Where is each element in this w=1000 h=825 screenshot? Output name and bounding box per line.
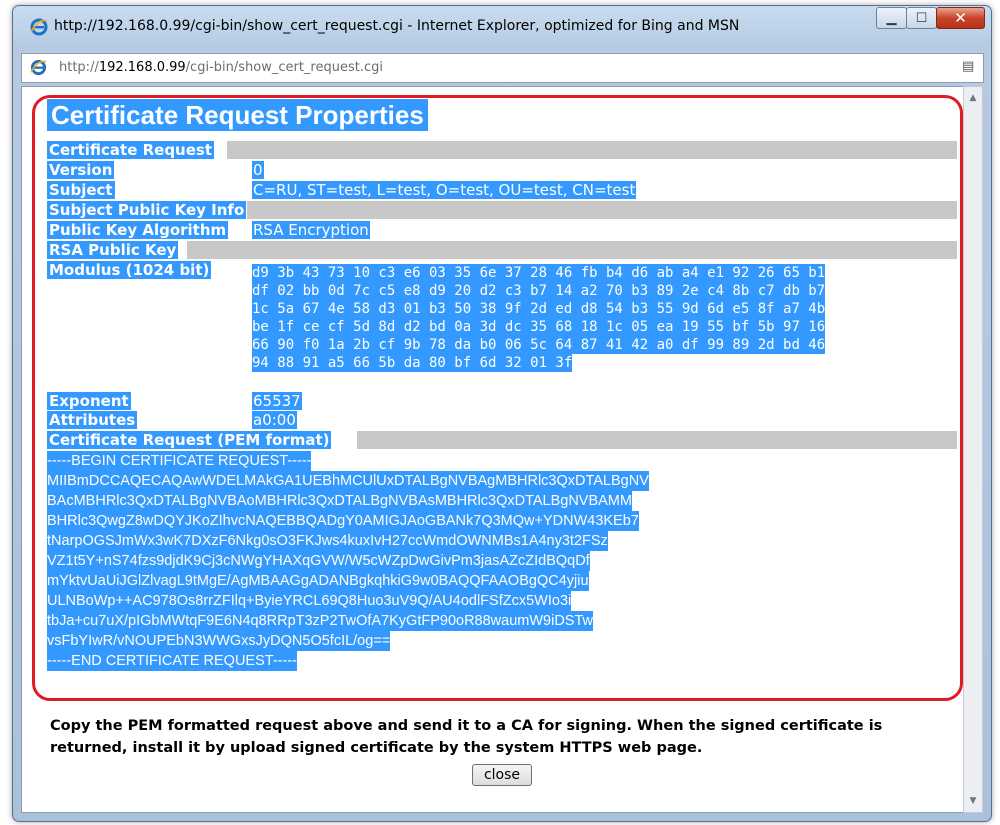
row-band bbox=[227, 141, 957, 159]
pem-line: mYktvUaUiJGlZlvagL9tMgE/AgMBAAGgADANBgkq… bbox=[47, 571, 589, 591]
row-label: Certificate Request (PEM format) bbox=[47, 431, 332, 449]
browser-window: http://192.168.0.99/cgi-bin/show_cert_re… bbox=[12, 5, 992, 822]
pem-line: BAcMBHRlc3QxDTALBgNVBAoMBHRlc3QxDTALBgNV… bbox=[47, 491, 632, 511]
row-value: a0:00 bbox=[252, 411, 297, 429]
row-band bbox=[187, 241, 957, 259]
page-title: Certificate Request Properties bbox=[47, 99, 428, 131]
page-favicon-icon bbox=[30, 59, 47, 76]
window-title: http://192.168.0.99/cgi-bin/show_cert_re… bbox=[54, 18, 740, 34]
row-value: RSA Encryption bbox=[252, 221, 370, 239]
window-controls: ▁ ☐ ✕ bbox=[876, 7, 985, 29]
row-value: 65537 bbox=[252, 392, 302, 410]
modulus-line: 94 88 91 a5 66 5b da 80 bf 6d 32 01 3f bbox=[252, 354, 573, 372]
row-value: 0 bbox=[252, 161, 264, 179]
row-subject-public-key-info: Subject Public Key Info bbox=[47, 201, 957, 219]
scroll-down-icon[interactable]: ▼ bbox=[966, 794, 980, 808]
pem-line: ULNBoWp++AC978Os8rrZFIlq+ByieYRCL69Q8Huo… bbox=[47, 591, 572, 611]
pem-line: MIIBmDCCAQECAQAwWDELMAkGA1UEBhMCUlUxDTAL… bbox=[47, 471, 649, 491]
row-pem: Certificate Request (PEM format) bbox=[47, 431, 957, 449]
title-bar[interactable]: http://192.168.0.99/cgi-bin/show_cert_re… bbox=[13, 6, 991, 46]
row-rsa-public-key: RSA Public Key bbox=[47, 241, 957, 259]
pem-line: vsFbYIwR/vNOUPEbN3WWGxsJyDQN5O5fcIL/og== bbox=[47, 631, 391, 651]
modulus-line: df 02 bb 0d 7c c5 e8 d9 20 d2 c3 b7 14 a… bbox=[252, 282, 826, 300]
row-label: Modulus (1024 bit) bbox=[47, 261, 212, 279]
modulus-line: 1c 5a 67 4e 58 d3 01 b3 50 38 9f 2d ed d… bbox=[252, 300, 826, 318]
close-icon: ✕ bbox=[954, 9, 967, 27]
vertical-scrollbar[interactable]: ▲ ▼ bbox=[963, 86, 983, 813]
url-prefix: http:// bbox=[59, 60, 99, 75]
scroll-up-icon[interactable]: ▲ bbox=[966, 91, 980, 105]
pem-line: tbJa+cu7uX/pIGbMWtqF9E6N4q8RRpT3zP2TwOfA… bbox=[47, 611, 593, 631]
row-certificate-request: Certificate Request bbox=[47, 141, 957, 159]
row-label: Version bbox=[47, 161, 115, 179]
modulus-line: d9 3b 43 73 10 c3 e6 03 35 6e 37 28 46 f… bbox=[252, 264, 826, 282]
internet-explorer-icon bbox=[30, 18, 48, 36]
maximize-button[interactable]: ☐ bbox=[906, 7, 937, 29]
row-label: Certificate Request bbox=[47, 141, 215, 159]
maximize-icon: ☐ bbox=[915, 10, 928, 26]
page-icon[interactable]: ▤ bbox=[962, 59, 977, 76]
page-content: Certificate Request Properties Certifica… bbox=[21, 86, 964, 813]
pem-line: BHRlc3QwgZ8wDQYJKoZIhvcNAQEBBQADgY0AMIGJ… bbox=[47, 511, 639, 531]
pem-text: -----BEGIN CERTIFICATE REQUEST----- MIIB… bbox=[47, 451, 649, 671]
row-label: Subject bbox=[47, 181, 115, 199]
pem-line: tNarpOGSJmWx3wK7DXzF6Nkg0sO3FKJws4kuxIvH… bbox=[47, 531, 608, 551]
pem-line: VZ1t5Y+nS74fzs9djdK9Cj3cNWgYHAXqGVW/W5cW… bbox=[47, 551, 590, 571]
row-band bbox=[247, 201, 957, 219]
url-path: /cgi-bin/show_cert_request.cgi bbox=[185, 60, 383, 75]
row-label: RSA Public Key bbox=[47, 241, 179, 259]
row-band bbox=[357, 431, 957, 449]
pem-line: -----BEGIN CERTIFICATE REQUEST----- bbox=[47, 451, 312, 471]
close-window-button[interactable]: ✕ bbox=[936, 7, 985, 29]
row-value: C=RU, ST=test, L=test, O=test, OU=test, … bbox=[252, 181, 637, 199]
row-label: Subject Public Key Info bbox=[47, 201, 247, 219]
modulus-line: be 1f ce cf 5d 8d d2 bd 0a 3d dc 35 68 1… bbox=[252, 318, 826, 336]
modulus-line: 66 90 f0 1a 2b cf 9b 78 da b0 06 5c 64 8… bbox=[252, 336, 826, 354]
url-text[interactable]: http://192.168.0.99/cgi-bin/show_cert_re… bbox=[59, 60, 383, 75]
pem-line: -----END CERTIFICATE REQUEST----- bbox=[47, 651, 297, 671]
minimize-button[interactable]: ▁ bbox=[876, 7, 907, 29]
url-host: 192.168.0.99 bbox=[98, 60, 186, 75]
instructions-text: Copy the PEM formatted request above and… bbox=[50, 718, 883, 756]
row-label: Public Key Algorithm bbox=[47, 221, 229, 239]
close-button[interactable]: close bbox=[472, 764, 532, 786]
row-label: Exponent bbox=[47, 392, 131, 410]
minimize-icon: ▁ bbox=[886, 10, 897, 26]
row-label: Attributes bbox=[47, 411, 138, 429]
address-bar[interactable]: http://192.168.0.99/cgi-bin/show_cert_re… bbox=[21, 53, 984, 83]
modulus-value: d9 3b 43 73 10 c3 e6 03 35 6e 37 28 46 f… bbox=[252, 264, 942, 372]
